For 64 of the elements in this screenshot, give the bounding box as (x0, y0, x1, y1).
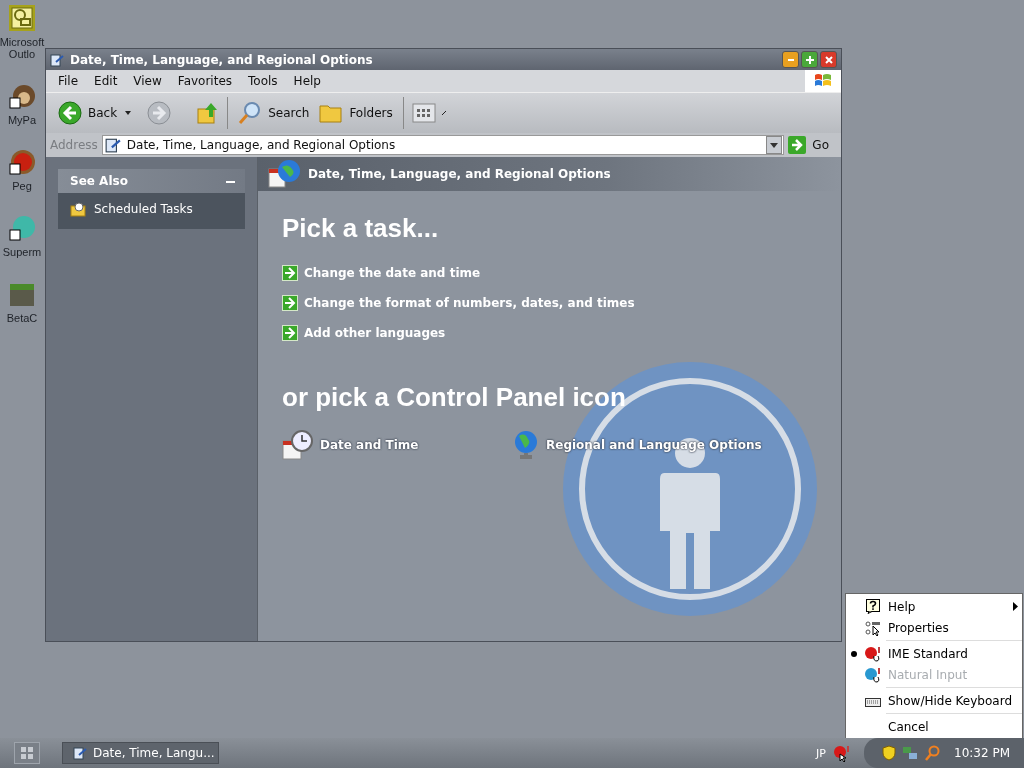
properties-icon (865, 619, 881, 636)
grid-icon (21, 747, 33, 759)
close-button[interactable] (820, 51, 837, 68)
ime-ball-icon[interactable] (834, 744, 850, 762)
folders-button[interactable]: Folders (317, 100, 395, 126)
close-icon (824, 55, 833, 64)
menu-item[interactable]: Properties (846, 617, 1022, 638)
arrow-icon[interactable] (282, 325, 298, 341)
minimize-button[interactable] (782, 51, 799, 68)
selected-bullet-icon (851, 650, 857, 657)
desktop-icon-label: Peg (12, 180, 32, 192)
menu-item[interactable]: Edit (86, 74, 126, 88)
views-grid-icon[interactable] (411, 103, 436, 123)
desktop-icon-label: Superm (2, 246, 42, 258)
back-button[interactable]: Back (56, 99, 120, 127)
see-also-header[interactable]: See Also (58, 169, 245, 193)
address-field[interactable]: Date, Time, Language, and Regional Options (101, 135, 785, 155)
page-header-title: Date, Time, Language, and Regional Options (308, 167, 611, 181)
ball-icon[interactable] (8, 148, 36, 176)
ime-ball-icon (865, 645, 881, 662)
desktop-icon-label: Outlo (8, 48, 36, 60)
menu-item[interactable]: Help (846, 596, 1022, 617)
menu-item[interactable]: Favorites (169, 74, 241, 88)
help-icon (866, 599, 880, 614)
menu-item[interactable]: Help (285, 74, 329, 88)
clock-calendar-icon[interactable] (282, 429, 314, 461)
arrow-icon[interactable] (282, 265, 298, 281)
ime-ball-icon (865, 666, 881, 683)
control-panel-icon (50, 52, 64, 67)
scheduled-tasks-link[interactable]: Scheduled Tasks (94, 202, 193, 216)
icon-heading: or pick a Control Panel icon (282, 382, 627, 413)
go-arrow-icon (788, 136, 807, 154)
taskbar-button[interactable]: Date, Time, Langu... (62, 742, 219, 764)
search-icon (238, 101, 263, 125)
search-button[interactable]: Search (236, 99, 312, 127)
control-panel-icon (104, 137, 121, 153)
calendar-icon[interactable] (8, 4, 36, 32)
plus-icon (805, 55, 814, 64)
task-heading: Pick a task... (282, 213, 440, 244)
language-indicator[interactable]: JP (816, 746, 826, 760)
scheduled-tasks-icon[interactable] (70, 201, 86, 217)
address-label: Address (50, 138, 98, 152)
menu-item[interactable]: Tools (240, 74, 286, 88)
network-icon[interactable] (902, 745, 918, 761)
windows-logo-icon (805, 70, 841, 92)
globe-calendar-icon (268, 159, 302, 189)
maximize-button[interactable] (801, 51, 818, 68)
shield-icon[interactable] (882, 745, 896, 761)
start-button[interactable] (14, 742, 40, 764)
menu-item[interactable]: Cancel (846, 716, 1022, 737)
clock: 10:32 PM (954, 746, 1010, 760)
menu-item[interactable]: File (50, 74, 87, 88)
desktop-icon-label: MyPa (7, 114, 37, 126)
go-button[interactable]: Go (788, 136, 837, 154)
menu-item[interactable]: IME Standard (846, 643, 1022, 664)
window-title: Date, Time, Language, and Regional Options (70, 52, 374, 67)
control-panel-icon (73, 745, 87, 761)
folder-icon (319, 102, 344, 124)
desktop-icon-label: BetaC (6, 312, 38, 324)
menu-item[interactable]: View (125, 74, 170, 88)
arrow-icon[interactable] (282, 295, 298, 311)
desktop-icon-label: Microsoft (0, 36, 45, 48)
orb-icon[interactable] (8, 214, 36, 242)
menu-item[interactable]: Show/Hide Keyboard (846, 690, 1022, 711)
